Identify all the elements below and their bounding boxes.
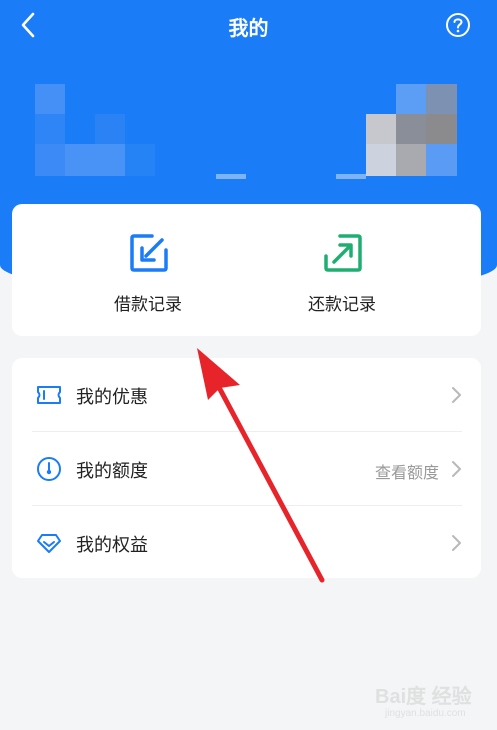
name-placeholder-bar [336,174,366,179]
coupon-ticket-icon [37,386,61,404]
view-limit-hint: 查看额度 [374,463,439,482]
top-bar: 我的 [0,0,497,52]
watermark: Bai度 经验 jingyan.baidu.com [375,680,490,725]
menu-card: 我的优惠 我的额度 查看额度 我的权益 [12,358,481,578]
user-info-pixelated [0,70,497,190]
repay-records-button[interactable]: 还款记录 [242,204,442,336]
menu-label: 我的优惠 [76,387,148,408]
chevron-right-icon [452,461,461,477]
repay-record-icon [324,234,362,272]
chevron-right-icon [452,535,461,551]
menu-row-coupons[interactable]: 我的优惠 [12,358,481,431]
avatar-mosaic-left [35,84,155,176]
menu-row-credit-limit[interactable]: 我的额度 查看额度 [12,432,481,505]
diamond-icon [37,534,61,553]
menu-label: 我的额度 [76,461,148,482]
menu-row-benefits[interactable]: 我的权益 [12,506,481,579]
repay-records-label: 还款记录 [308,295,376,315]
question-circle-icon [446,13,470,37]
avatar-mosaic-right [366,84,457,176]
gauge-icon [37,457,61,481]
watermark-logo: Bai度 经验 [375,686,472,708]
borrow-records-button[interactable]: 借款记录 [48,204,248,336]
borrow-records-label: 借款记录 [114,295,182,315]
records-card: 借款记录 还款记录 [12,204,481,336]
watermark-url: jingyan.baidu.com [385,708,466,719]
help-button[interactable] [445,12,471,38]
name-placeholder-bar [216,174,246,179]
chevron-right-icon [452,387,461,403]
page-title: 我的 [228,16,269,40]
borrow-record-icon [130,234,168,272]
menu-label: 我的权益 [76,535,148,556]
